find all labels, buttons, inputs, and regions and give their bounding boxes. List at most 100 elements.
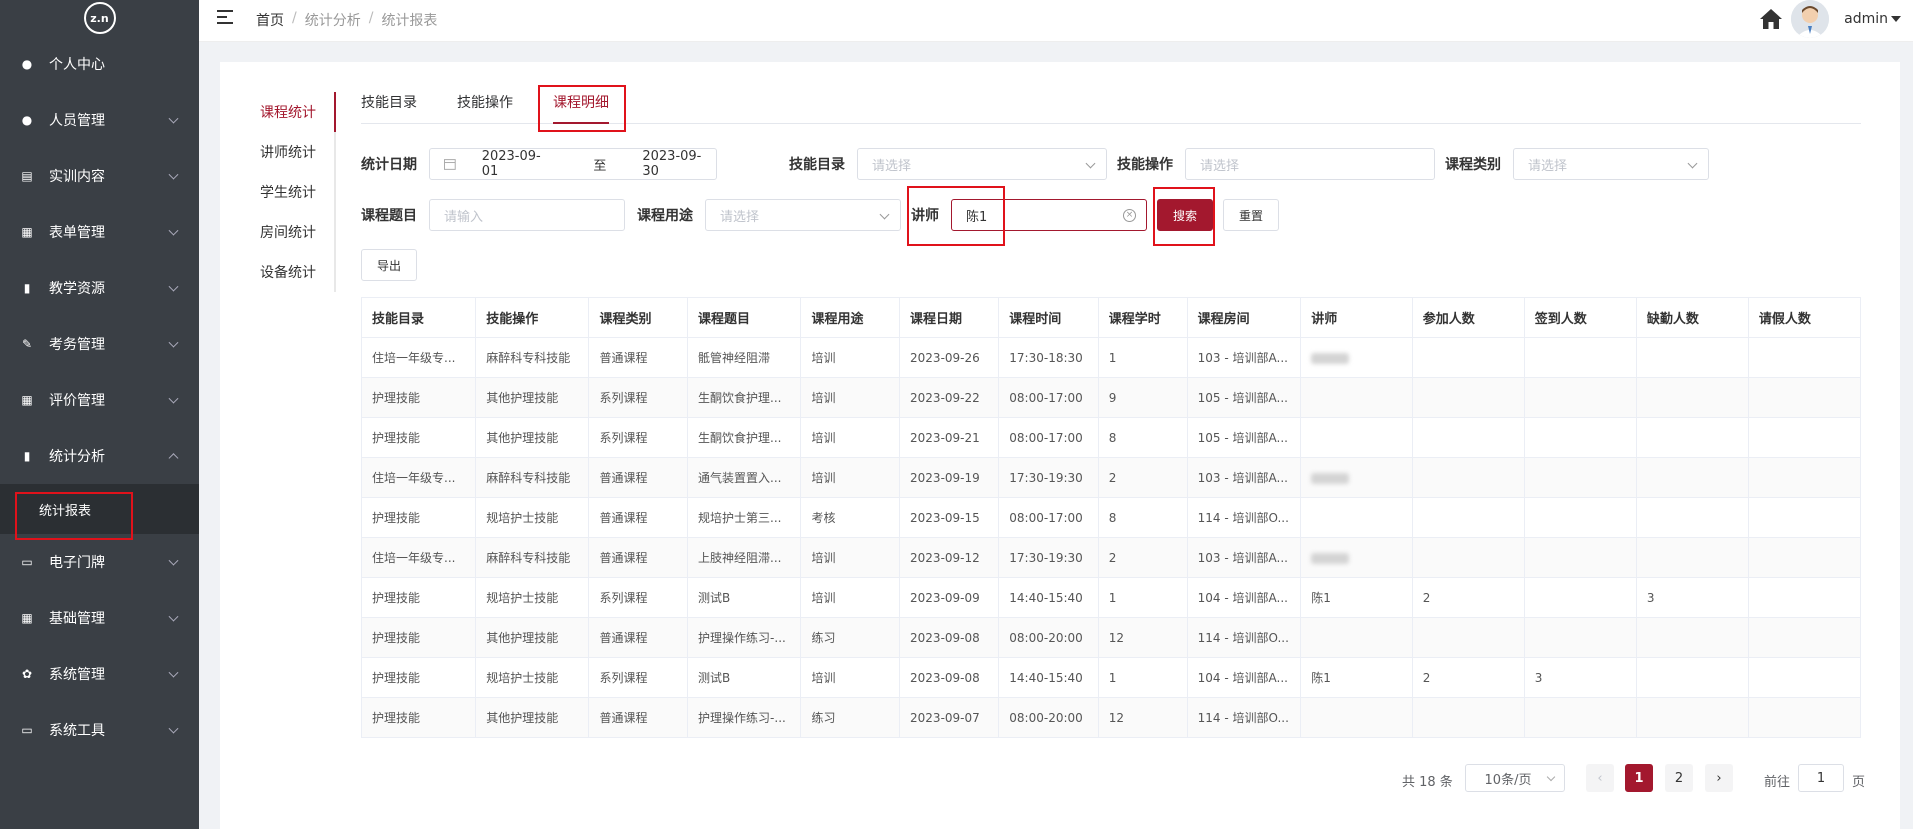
table-cell: 规培护士技能 xyxy=(475,577,590,618)
sidebar-item-10[interactable]: ✿ 系统管理 xyxy=(0,646,199,702)
table-cell xyxy=(1636,497,1749,538)
sidebar-subitem-report[interactable]: 统计报表 xyxy=(0,484,199,534)
search-button[interactable]: 搜索 xyxy=(1157,199,1213,231)
reset-button[interactable]: 重置 xyxy=(1223,199,1279,231)
table-cell: 测试B xyxy=(687,577,802,618)
table-cell: 12 xyxy=(1098,697,1188,738)
next-page-icon[interactable]: › xyxy=(1705,764,1733,792)
column-header[interactable]: 课程类别 xyxy=(588,297,689,338)
column-header[interactable]: 课程用途 xyxy=(800,297,901,338)
sidebar-item-1[interactable]: ● 人员管理 xyxy=(0,92,199,148)
clear-icon[interactable]: × xyxy=(1123,209,1136,222)
sidebar-item-4[interactable]: ▮ 教学资源 xyxy=(0,260,199,316)
date-range-picker[interactable]: 2023-09-01 至 2023-09-30 xyxy=(429,148,717,180)
table-row[interactable]: 护理技能 其他护理技能 普通课程 护理操作练习-... 练习 2023-09-07 08:0… xyxy=(361,697,1862,738)
tab-course-detail[interactable]: 课程明细 xyxy=(553,92,609,124)
table-cell: 2 xyxy=(1098,457,1188,498)
sidebar-subitem-label: 统计报表 xyxy=(39,503,92,519)
sidebar-item-2[interactable]: ▤ 实训内容 xyxy=(0,148,199,204)
avatar[interactable] xyxy=(1791,0,1829,38)
sidebar-item-3[interactable]: ▦ 表单管理 xyxy=(0,204,199,260)
course-use-select[interactable]: 请选择 xyxy=(705,199,901,231)
table-row[interactable]: 护理技能 规培护士技能 系列课程 测试B 培训 2023-09-09 14:40-15:40… xyxy=(361,577,1862,618)
column-header[interactable]: 缺勤人数 xyxy=(1636,297,1749,338)
sidebar-item-label: 基础管理 xyxy=(49,611,105,627)
sidebar-item-label: 考务管理 xyxy=(49,337,105,353)
menu-toggle-icon[interactable] xyxy=(217,10,233,24)
chevron-down-icon xyxy=(1687,158,1698,169)
column-header[interactable]: 请假人数 xyxy=(1748,297,1862,338)
table-row[interactable]: 住培一年级专... 麻醉科专科技能 普通课程 上肢神经阻滞... 培训 2023-09-1… xyxy=(361,537,1862,578)
page-size-select[interactable]: 10条/页 xyxy=(1465,764,1565,792)
table-cell: 103 - 培训部A... xyxy=(1187,537,1302,578)
goto-page-input[interactable]: 1 xyxy=(1798,764,1844,792)
column-header[interactable]: 课程房间 xyxy=(1187,297,1302,338)
course-type-select[interactable]: 请选择 xyxy=(1513,148,1709,180)
date-end[interactable]: 2023-09-30 xyxy=(642,149,716,179)
table-cell: 护理技能 xyxy=(361,577,477,618)
column-header[interactable]: 课程时间 xyxy=(998,297,1099,338)
side-tab-student-stats[interactable]: 学生统计 xyxy=(220,172,334,212)
side-tab-device-stats[interactable]: 设备统计 xyxy=(220,252,334,292)
table-cell: 陈1 xyxy=(1300,657,1413,698)
table-row[interactable]: 护理技能 其他护理技能 系列课程 生酮饮食护理... 培训 2023-09-21 08:00… xyxy=(361,417,1862,458)
table-cell: 普通课程 xyxy=(588,537,689,578)
sidebar-item-8[interactable]: ▭ 电子门牌 xyxy=(0,534,199,590)
grid-icon: ▦ xyxy=(21,611,33,625)
chevron-down-icon xyxy=(168,667,179,678)
skill-dir-select[interactable]: 请选择 xyxy=(857,148,1107,180)
tab-skill-operation[interactable]: 技能操作 xyxy=(457,92,513,124)
chevron-down-icon xyxy=(1085,158,1096,169)
side-tab-lecturer-stats[interactable]: 讲师统计 xyxy=(220,132,334,172)
table-cell xyxy=(1636,537,1749,578)
table-cell: 培训 xyxy=(800,577,901,618)
skill-op-input[interactable]: 请选择 xyxy=(1185,148,1435,180)
column-header[interactable]: 讲师 xyxy=(1300,297,1413,338)
column-header[interactable]: 签到人数 xyxy=(1524,297,1637,338)
table-row[interactable]: 护理技能 规培护士技能 普通课程 规培护士第三... 考核 2023-09-15 08:00… xyxy=(361,497,1862,538)
table-row[interactable]: 护理技能 规培护士技能 系列课程 测试B 培训 2023-09-08 14:40-15:40… xyxy=(361,657,1862,698)
sidebar-item-0[interactable]: ● 个人中心 xyxy=(0,36,199,92)
table-cell: 2023-09-15 xyxy=(899,497,1000,538)
course-title-input[interactable]: 请输入 xyxy=(429,199,625,231)
breadcrumb-home[interactable]: 首页 xyxy=(256,10,284,30)
page-1-button[interactable]: 1 xyxy=(1625,764,1653,792)
side-tab-room-stats[interactable]: 房间统计 xyxy=(220,212,334,252)
lecturer-value[interactable]: 陈1 xyxy=(966,206,987,225)
page-2-button[interactable]: 2 xyxy=(1665,764,1693,792)
date-start[interactable]: 2023-09-01 xyxy=(482,149,556,179)
column-header[interactable]: 课程学时 xyxy=(1098,297,1188,338)
table-cell: 08:00-17:00 xyxy=(998,497,1099,538)
prev-page-icon[interactable]: ‹ xyxy=(1586,764,1614,792)
column-header[interactable]: 课程题目 xyxy=(687,297,802,338)
caret-down-icon[interactable] xyxy=(1891,16,1901,22)
tab-skill-directory[interactable]: 技能目录 xyxy=(361,92,417,124)
user-name[interactable]: admin xyxy=(1844,11,1888,27)
table-row[interactable]: 护理技能 其他护理技能 普通课程 护理操作练习-... 练习 2023-09-08 08:0… xyxy=(361,617,1862,658)
column-header[interactable]: 技能操作 xyxy=(475,297,590,338)
sidebar-item-11[interactable]: ▭ 系统工具 xyxy=(0,702,199,758)
column-header[interactable]: 技能目录 xyxy=(361,297,477,338)
home-icon[interactable] xyxy=(1759,8,1783,30)
monitor-icon: ▭ xyxy=(21,555,33,569)
user-icon: ● xyxy=(21,57,33,71)
breadcrumb-stats[interactable]: 统计分析 xyxy=(305,10,361,30)
sidebar-item-label: 教学资源 xyxy=(49,281,105,297)
export-button[interactable]: 导出 xyxy=(361,249,417,281)
table-cell: 08:00-20:00 xyxy=(998,697,1099,738)
column-header[interactable]: 参加人数 xyxy=(1412,297,1525,338)
side-tab-course-stats[interactable]: 课程统计 xyxy=(220,92,336,132)
sidebar-item-9[interactable]: ▦ 基础管理 xyxy=(0,590,199,646)
table-row[interactable]: 住培一年级专... 麻醉科专科技能 普通课程 骶管神经阻滞 培训 2023-09-26 17… xyxy=(361,337,1862,378)
table-cell: 2023-09-21 xyxy=(899,417,1000,458)
table-row[interactable]: 住培一年级专... 麻醉科专科技能 普通课程 通气装置置入... 培训 2023-09-1… xyxy=(361,457,1862,498)
sidebar-item-5[interactable]: ✎ 考务管理 xyxy=(0,316,199,372)
lecturer-input[interactable]: 陈1 × xyxy=(951,199,1147,231)
sidebar-item-7[interactable]: ▮ 统计分析 xyxy=(0,428,199,484)
table-cell xyxy=(1412,417,1525,458)
page-suffix: 页 xyxy=(1852,775,1866,790)
sidebar-item-6[interactable]: ▦ 评价管理 xyxy=(0,372,199,428)
table-row[interactable]: 护理技能 其他护理技能 系列课程 生酮饮食护理... 培训 2023-09-22 08:00… xyxy=(361,377,1862,418)
column-header[interactable]: 课程日期 xyxy=(899,297,1000,338)
table-cell xyxy=(1524,537,1637,578)
